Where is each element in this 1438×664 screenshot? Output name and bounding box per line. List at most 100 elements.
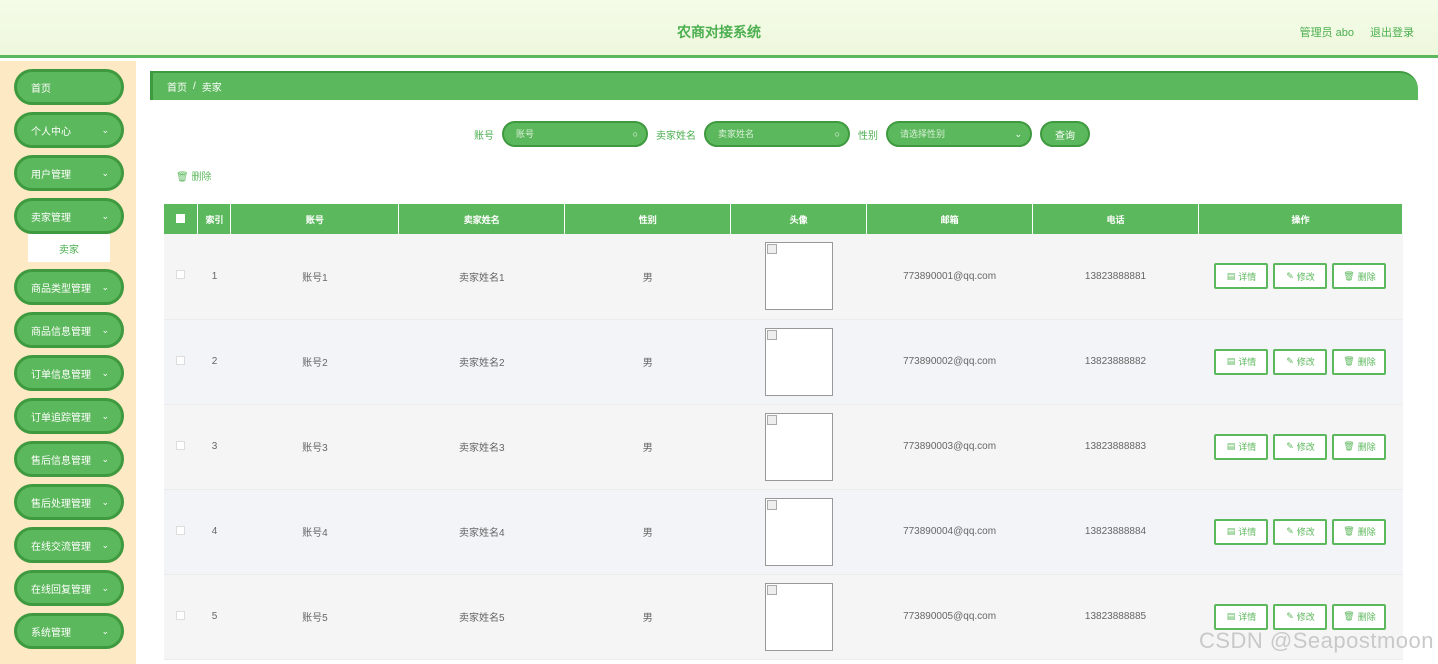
delete-label: 删除 [1357, 442, 1376, 452]
delete-button[interactable]: 🗑 删除 [1332, 518, 1387, 545]
cell-avatar [730, 404, 868, 490]
chevron-down-icon: ⌄ [101, 497, 109, 507]
sidebar-item-online-chat-management[interactable]: 在线交流管理 ⌄ [14, 527, 124, 563]
account-input-field[interactable] [504, 123, 646, 145]
search-icon: ○ [632, 129, 638, 139]
sidebar-item-personal-center[interactable]: 个人中心 ⌄ [14, 112, 124, 148]
sidebar-item-label: 系统管理 [31, 627, 71, 639]
broken-image-icon [766, 584, 777, 595]
row-checkbox[interactable] [164, 404, 199, 490]
logout-link[interactable]: 退出登录 [1370, 24, 1414, 40]
column-header-actions: 操作 [1198, 204, 1404, 234]
pencil-icon: ✎ [1286, 441, 1294, 451]
cell-phone: 13823888884 [1032, 489, 1199, 575]
table-row: 4 账号4 卖家姓名4 男 773890004@qq.com 138238888… [164, 489, 1404, 575]
sidebar-item-order-info-management[interactable]: 订单信息管理 ⌄ [14, 355, 124, 391]
trash-icon: 🗑 [1343, 356, 1355, 366]
trash-icon: 🗑 [1343, 270, 1355, 281]
row-checkbox[interactable] [164, 319, 199, 405]
cell-gender: 男 [564, 319, 732, 405]
seller-name-label: 卖家姓名 [656, 130, 696, 142]
sidebar-item-label: 商品信息管理 [31, 326, 91, 338]
query-button[interactable]: 查询 [1040, 121, 1090, 147]
edit-label: 修改 [1296, 442, 1315, 452]
bulk-delete-button[interactable]: 🗑 删除 [176, 168, 211, 183]
breadcrumb-separator: / [193, 81, 196, 92]
column-header-phone: 电话 [1032, 204, 1199, 234]
search-icon: ○ [834, 129, 840, 139]
edit-button[interactable]: ✎ 修改 [1273, 433, 1328, 460]
column-header-account: 账号 [230, 204, 400, 234]
row-checkbox[interactable] [164, 489, 199, 575]
sidebar-item-system-management[interactable]: 系统管理 ⌄ [14, 613, 124, 649]
seller-name-input-field[interactable] [706, 123, 848, 145]
delete-label: 删除 [1357, 612, 1376, 622]
sidebar-item-user-management[interactable]: 用户管理 ⌄ [14, 155, 124, 191]
sidebar-item-seller-management[interactable]: 卖家管理 ⌄ [14, 198, 124, 234]
sidebar-item-product-info-management[interactable]: 商品信息管理 ⌄ [14, 312, 124, 348]
column-header-seller-name: 卖家姓名 [398, 204, 566, 234]
sidebar-item-label: 订单追踪管理 [31, 412, 91, 424]
broken-image-icon [766, 244, 777, 255]
detail-label: 详情 [1238, 442, 1257, 452]
gender-select[interactable]: ⌄ [886, 121, 1032, 147]
sidebar-subitem-seller[interactable]: 卖家 [28, 234, 110, 262]
column-header-avatar: 头像 [730, 204, 868, 234]
delete-label: 删除 [1357, 527, 1376, 537]
cell-account: 账号1 [230, 234, 400, 320]
edit-button[interactable]: ✎ 修改 [1273, 263, 1328, 290]
column-header-email: 邮箱 [866, 204, 1034, 234]
avatar [764, 497, 833, 566]
sidebar-item-online-reply-management[interactable]: 在线回复管理 ⌄ [14, 570, 124, 606]
row-checkbox[interactable] [164, 234, 199, 320]
cell-gender: 男 [564, 489, 732, 575]
cell-email: 773890002@qq.com [866, 319, 1034, 405]
seller-name-search-input[interactable]: ○ [704, 121, 850, 147]
cell-index: 1 [197, 234, 232, 320]
cell-seller-name: 卖家姓名4 [398, 489, 566, 575]
detail-button[interactable]: ▤ 详情 [1214, 518, 1269, 545]
cell-index: 3 [197, 404, 232, 490]
chevron-down-icon: ⌄ [101, 583, 109, 593]
detail-label: 详情 [1238, 527, 1257, 537]
chevron-down-icon: ⌄ [101, 626, 109, 636]
delete-button[interactable]: 🗑 删除 [1332, 263, 1387, 290]
column-header-gender: 性别 [564, 204, 732, 234]
avatar [764, 242, 833, 311]
delete-button[interactable]: 🗑 删除 [1332, 433, 1387, 460]
sidebar-item-order-tracking-management[interactable]: 订单追踪管理 ⌄ [14, 398, 124, 434]
table-row: 2 账号2 卖家姓名2 男 773890002@qq.com 138238888… [164, 319, 1404, 405]
chevron-down-icon: ⌄ [101, 282, 109, 292]
sidebar-item-product-type-management[interactable]: 商品类型管理 ⌄ [14, 269, 124, 305]
sidebar-item-after-sales-processing-management[interactable]: 售后处理管理 ⌄ [14, 484, 124, 520]
sidebar-item-after-sales-info-management[interactable]: 售后信息管理 ⌄ [14, 441, 124, 477]
edit-button[interactable]: ✎ 修改 [1273, 518, 1328, 545]
sidebar-item-home[interactable]: 首页 [14, 69, 124, 105]
breadcrumb: 首页 / 卖家 [150, 71, 1418, 100]
gender-select-field[interactable] [888, 123, 1030, 145]
chevron-down-icon: ⌄ [101, 540, 109, 550]
detail-button[interactable]: ▤ 详情 [1214, 263, 1269, 290]
account-label: 账号 [474, 130, 494, 142]
sidebar-item-label: 订单信息管理 [31, 369, 91, 381]
broken-image-icon [766, 329, 777, 340]
table-header-row: 索引 账号 卖家姓名 性别 头像 邮箱 电话 操作 [164, 204, 1404, 234]
detail-button[interactable]: ▤ 详情 [1214, 348, 1269, 375]
cell-actions: ▤ 详情 ✎ 修改 🗑 删除 [1198, 404, 1404, 490]
edit-button[interactable]: ✎ 修改 [1273, 348, 1328, 375]
delete-button[interactable]: 🗑 删除 [1332, 603, 1387, 630]
detail-button[interactable]: ▤ 详情 [1214, 433, 1269, 460]
bulk-delete-label: 删除 [191, 172, 212, 183]
row-checkbox[interactable] [164, 574, 199, 660]
edit-button[interactable]: ✎ 修改 [1273, 603, 1328, 630]
select-all-checkbox[interactable] [164, 204, 199, 234]
edit-label: 修改 [1296, 357, 1315, 367]
detail-button[interactable]: ▤ 详情 [1214, 603, 1269, 630]
cell-seller-name: 卖家姓名5 [398, 574, 566, 660]
delete-button[interactable]: 🗑 删除 [1332, 348, 1387, 375]
cell-account: 账号4 [230, 489, 400, 575]
account-search-input[interactable]: ○ [502, 121, 648, 147]
breadcrumb-home[interactable]: 首页 [167, 79, 187, 94]
document-icon: ▤ [1226, 270, 1236, 281]
pencil-icon: ✎ [1286, 526, 1294, 536]
